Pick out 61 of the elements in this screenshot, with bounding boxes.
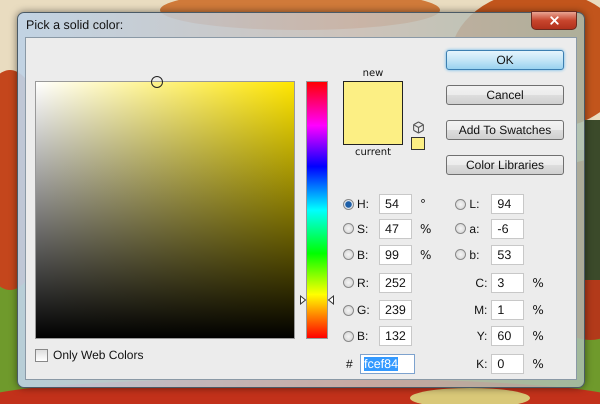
radio-button[interactable] [343, 249, 354, 260]
value-field[interactable]: 132 [379, 326, 412, 346]
unit-label: % [420, 248, 432, 262]
dialog-button[interactable]: Cancel [446, 85, 564, 105]
web-color-swatch[interactable] [411, 137, 425, 150]
unit-label: ° [420, 197, 426, 211]
color-field[interactable] [35, 81, 295, 339]
value-field[interactable]: -6 [491, 218, 524, 238]
unit-label: % [420, 222, 432, 236]
unit-label: % [532, 357, 544, 371]
window-title: Pick a solid color: [26, 18, 124, 32]
radio-button[interactable] [455, 198, 466, 210]
value-field[interactable]: 53 [491, 244, 524, 264]
field-label: B: [357, 329, 370, 343]
radio-button[interactable] [455, 223, 466, 234]
color-preview [343, 81, 403, 145]
hue-slider[interactable] [300, 81, 334, 339]
value-field[interactable]: 47 [379, 218, 412, 238]
field-label: C: [474, 276, 488, 290]
value-field[interactable]: 3 [491, 272, 524, 292]
radio-button[interactable] [343, 198, 354, 210]
field-label: L: [469, 197, 480, 211]
radio-button[interactable] [343, 223, 354, 234]
dialog-button[interactable]: OK [446, 50, 564, 70]
value-field[interactable]: 54 [379, 194, 412, 214]
field-label: G: [357, 303, 371, 317]
swatch-label: new [362, 68, 384, 79]
value-field[interactable]: 1 [491, 300, 524, 320]
close-icon [548, 14, 560, 27]
checkbox[interactable] [35, 348, 48, 362]
radio-button[interactable] [343, 277, 354, 288]
radio-button[interactable] [343, 330, 354, 342]
value-field[interactable]: 239 [379, 300, 412, 320]
field-label: H: [357, 197, 370, 211]
field-label: R: [357, 276, 370, 290]
field-label: b: [469, 248, 480, 262]
dialog-button[interactable]: Color Libraries [446, 155, 564, 175]
value-field[interactable]: 0 [491, 354, 524, 374]
radio-button[interactable] [343, 304, 354, 316]
checkbox-label: Only Web Colors [53, 348, 144, 362]
close-button[interactable] [531, 11, 577, 30]
value-field[interactable]: 60 [491, 326, 524, 346]
cube-icon[interactable] [412, 121, 424, 134]
value-field[interactable]: 99 [379, 244, 412, 264]
field-label: K: [475, 357, 488, 371]
field-label: S: [357, 222, 370, 236]
unit-label: % [532, 329, 544, 343]
unit-label: % [532, 276, 544, 290]
swatch-label: current [354, 147, 392, 158]
field-label: Y: [476, 329, 488, 343]
field-label: M: [473, 303, 488, 317]
field-label: B: [357, 248, 370, 262]
dialog-button[interactable]: Add To Swatches [446, 120, 564, 140]
value-field[interactable]: 94 [491, 194, 524, 214]
unit-label: % [532, 303, 544, 317]
radio-button[interactable] [455, 249, 466, 260]
field-label: # [346, 357, 354, 371]
picker-marker[interactable] [151, 76, 163, 88]
field-label: a: [469, 222, 480, 236]
hue-slider-handle[interactable] [300, 294, 334, 305]
value-field[interactable]: 252 [379, 272, 412, 292]
